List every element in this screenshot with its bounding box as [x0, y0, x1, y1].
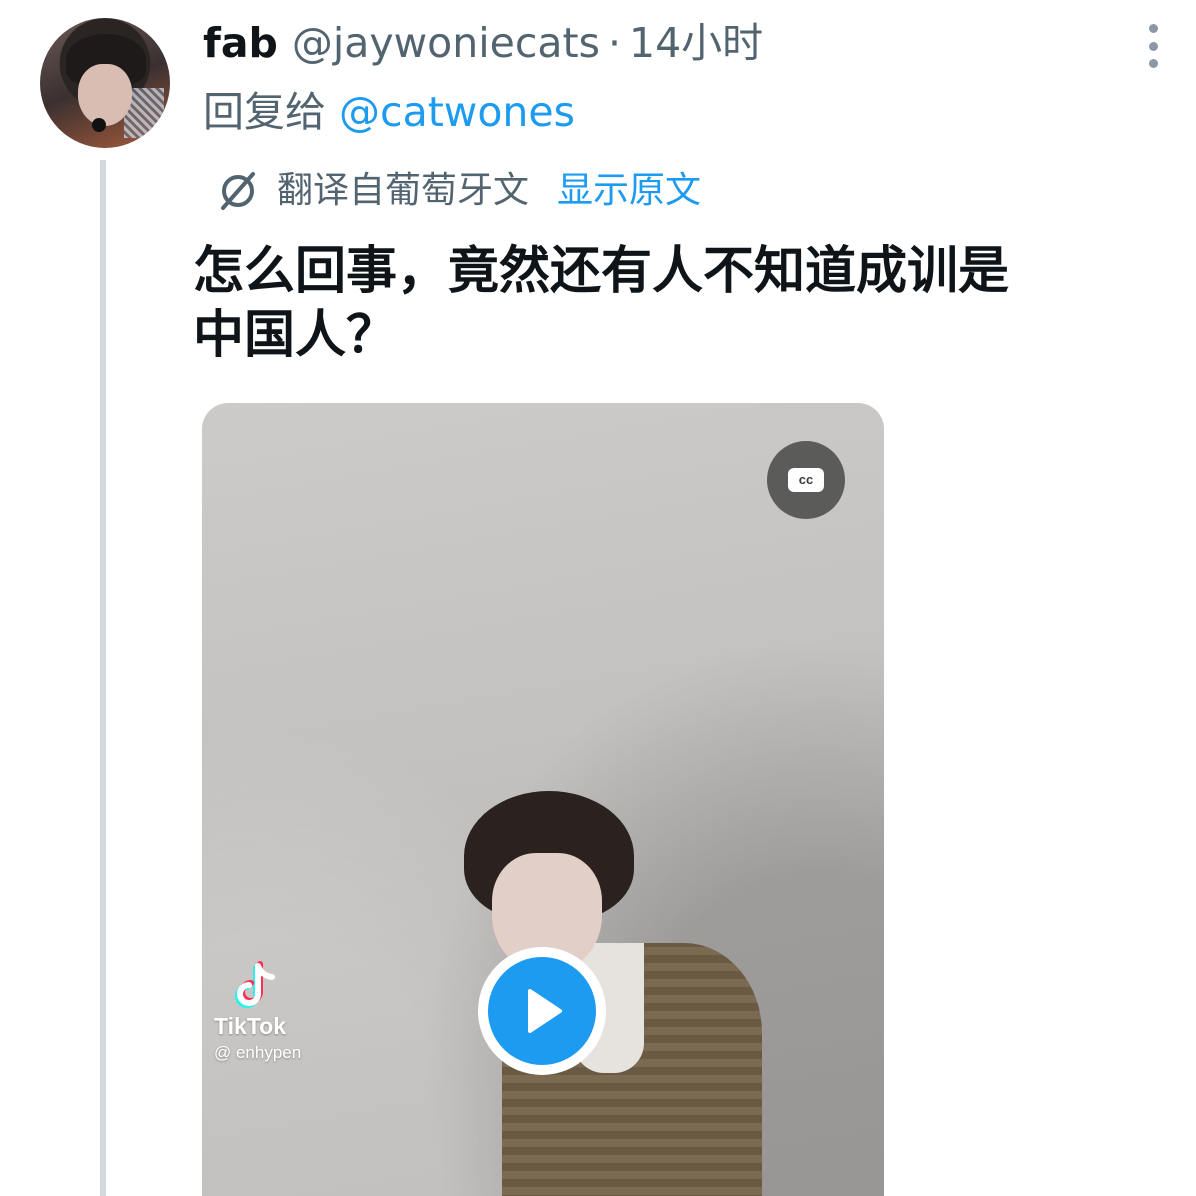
tweet-text: 怎么回事，竟然还有人不知道成训是 中国人？ [193, 240, 1153, 368]
tweet-text-line: 怎么回事，竟然还有人不知道成训是 [193, 242, 1010, 301]
avatar-mic [92, 118, 106, 132]
avatar-face [78, 64, 132, 126]
more-dot-icon [1148, 24, 1158, 33]
translation-label: 翻译自葡萄牙文 [277, 170, 530, 211]
tiktok-logo-icon [235, 961, 275, 1008]
translate-icon [221, 172, 255, 210]
avatar[interactable] [40, 18, 170, 148]
translation-bar: 翻译自葡萄牙文 显示原文 [215, 168, 701, 214]
play-button[interactable] [478, 947, 606, 1075]
display-name[interactable]: fab [203, 18, 278, 68]
reply-mention-link[interactable]: @catwones [339, 88, 575, 136]
user-handle[interactable]: @jaywoniecats [292, 18, 600, 68]
more-dot-icon [1148, 41, 1158, 51]
tiktok-username: @ enhypen [214, 1043, 302, 1062]
tweet-reply-view: fab @jaywoniecats · 14小时 回复给 @catwones 翻… [0, 0, 1196, 1196]
play-icon [488, 957, 596, 1065]
more-dot-icon [1148, 59, 1158, 68]
captions-button[interactable]: cc [767, 441, 845, 519]
cc-icon: cc [788, 468, 824, 492]
show-original-link[interactable]: 显示原文 [557, 168, 701, 214]
thread-line [100, 160, 106, 1196]
separator-dot: · [607, 19, 622, 67]
tweet-text-line: 中国人？ [193, 306, 398, 365]
timestamp[interactable]: 14小时 [629, 18, 763, 68]
video-media[interactable]: cc TikTok @ enhypen [202, 403, 884, 1196]
more-options-button[interactable] [1138, 24, 1168, 68]
tiktok-watermark: TikTok [214, 1013, 286, 1039]
tweet-header: fab @jaywoniecats · 14小时 [203, 18, 763, 68]
reply-prefix: 回复给 [203, 88, 326, 136]
play-triangle-icon [528, 989, 562, 1033]
reply-context: 回复给 @catwones [203, 86, 575, 138]
